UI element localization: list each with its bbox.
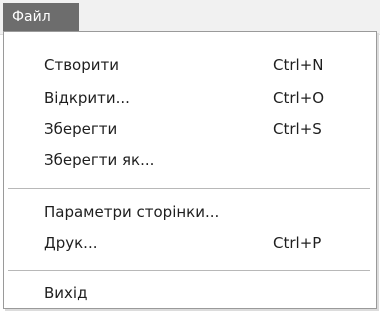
menu-separator: [8, 188, 370, 189]
menu-item-save-label: Зберегти: [44, 120, 118, 138]
menu-item-page-settings-label: Параметри сторінки...: [44, 203, 220, 221]
menu-item-create-label: Створити: [44, 56, 119, 74]
menu-item-exit-label: Вихід: [44, 284, 88, 302]
menu-item-save-as-label: Зберегти як...: [44, 151, 155, 169]
menu-item-print-label: Друк...: [44, 234, 98, 252]
menu-item-print[interactable]: Друк... Ctrl+P: [4, 230, 376, 258]
menu-item-save-as[interactable]: Зберегти як...: [4, 147, 376, 175]
menu-item-page-settings[interactable]: Параметри сторінки...: [4, 199, 376, 227]
menu-item-save-shortcut: Ctrl+S: [273, 120, 322, 138]
file-menu-title[interactable]: Файл: [3, 3, 79, 31]
menu-item-exit[interactable]: Вихід: [4, 280, 376, 308]
menu-separator: [8, 270, 370, 271]
menu-item-open[interactable]: Відкрити... Ctrl+O: [4, 85, 376, 113]
menu-item-save[interactable]: Зберегти Ctrl+S: [4, 116, 376, 144]
menu-item-open-label: Відкрити...: [44, 89, 130, 107]
menu-item-create-shortcut: Ctrl+N: [273, 56, 324, 74]
file-menu-dropdown: Створити Ctrl+N Відкрити... Ctrl+O Збере…: [3, 31, 377, 309]
menu-item-print-shortcut: Ctrl+P: [273, 234, 322, 252]
menu-item-create[interactable]: Створити Ctrl+N: [4, 52, 376, 80]
menu-bar: Файл: [0, 0, 380, 35]
menu-item-open-shortcut: Ctrl+O: [273, 89, 325, 107]
